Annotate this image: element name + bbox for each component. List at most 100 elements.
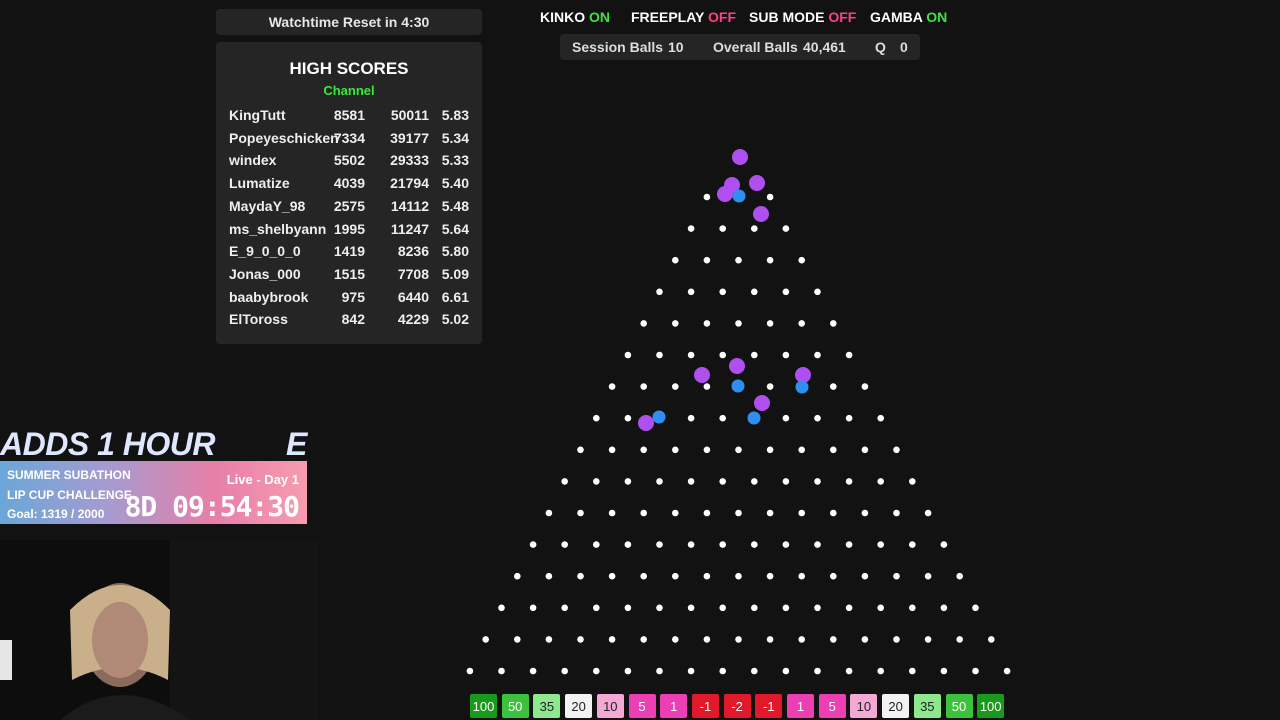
peg	[766, 383, 774, 390]
peg	[608, 509, 616, 517]
peg	[845, 414, 853, 422]
peg	[656, 667, 663, 675]
peg	[924, 509, 932, 517]
peg	[593, 414, 600, 422]
peg	[798, 572, 805, 580]
peg	[672, 636, 679, 643]
payout-slot: -1	[691, 694, 719, 718]
peg	[751, 541, 758, 548]
peg	[545, 636, 553, 643]
peg	[687, 288, 695, 296]
peg	[782, 667, 790, 675]
peg	[608, 572, 616, 580]
peg	[814, 414, 821, 422]
peg	[577, 572, 584, 580]
peg	[577, 636, 584, 643]
peg	[814, 604, 821, 612]
peg	[814, 351, 821, 359]
peg	[703, 572, 711, 580]
peg	[766, 572, 774, 580]
peg	[782, 225, 790, 232]
peg	[656, 541, 663, 548]
peg	[798, 320, 805, 327]
payout-slot: 35	[913, 694, 941, 718]
peg	[672, 509, 679, 517]
peg	[656, 288, 663, 296]
peg	[766, 446, 774, 454]
peg	[877, 541, 884, 548]
peg	[735, 572, 742, 580]
peg	[703, 509, 711, 517]
peg	[830, 320, 837, 327]
challenge-name: LIP CUP CHALLENGE	[7, 488, 132, 502]
peg	[845, 351, 853, 359]
payout-slot: 50	[945, 694, 973, 718]
peg	[798, 446, 805, 454]
ticker-text: ADDS 1 HOUR	[0, 426, 215, 462]
payout-slot: 100	[977, 694, 1005, 718]
peg	[861, 383, 869, 390]
peg	[766, 636, 774, 643]
peg	[845, 604, 853, 612]
peg	[719, 414, 726, 422]
peg	[798, 636, 805, 643]
peg	[687, 478, 695, 485]
peg	[830, 572, 837, 580]
purple-ball	[729, 358, 745, 374]
peg	[782, 414, 790, 422]
peg	[640, 636, 647, 643]
peg	[593, 667, 600, 675]
peg	[782, 604, 790, 612]
purple-ball	[754, 395, 770, 411]
peg	[719, 225, 726, 232]
peg	[751, 351, 758, 359]
peg	[577, 509, 584, 517]
peg	[751, 288, 758, 296]
peg	[593, 541, 600, 548]
peg	[719, 604, 726, 612]
peg	[640, 320, 647, 327]
peg	[877, 414, 884, 422]
peg	[656, 604, 663, 612]
peg	[640, 509, 647, 517]
payout-slot: 35	[533, 694, 561, 718]
peg	[624, 667, 632, 675]
blue-ball	[747, 411, 761, 425]
peg	[782, 288, 790, 296]
peg	[703, 383, 711, 390]
peg	[845, 478, 853, 485]
payout-slot: 1	[660, 694, 688, 718]
peg	[624, 414, 632, 422]
live-day: Live - Day 1	[226, 472, 299, 487]
peg	[545, 509, 553, 517]
peg	[766, 509, 774, 517]
peg	[703, 193, 711, 201]
peg	[893, 572, 900, 580]
purple-ball	[732, 149, 748, 165]
peg	[529, 604, 537, 612]
peg	[972, 667, 979, 675]
ticker-tail: E	[286, 426, 307, 462]
peg	[672, 256, 679, 264]
peg	[672, 572, 679, 580]
peg	[498, 667, 505, 675]
peg	[924, 636, 932, 643]
event-name: SUMMER SUBATHON	[7, 468, 131, 482]
subathon-ticker: ADDS 1 HOUR E	[0, 426, 310, 462]
peg	[782, 478, 790, 485]
peg	[687, 604, 695, 612]
peg	[719, 351, 726, 359]
peg	[703, 636, 711, 643]
peg	[877, 478, 884, 485]
payout-slot: 20	[565, 694, 593, 718]
peg	[719, 541, 726, 548]
peg	[735, 636, 742, 643]
peg	[514, 572, 521, 580]
peg	[893, 509, 900, 517]
peg	[482, 636, 490, 643]
payout-slot: 5	[628, 694, 656, 718]
blue-ball	[795, 380, 809, 394]
peg	[624, 541, 632, 548]
peg	[561, 667, 568, 675]
peg	[735, 256, 742, 264]
